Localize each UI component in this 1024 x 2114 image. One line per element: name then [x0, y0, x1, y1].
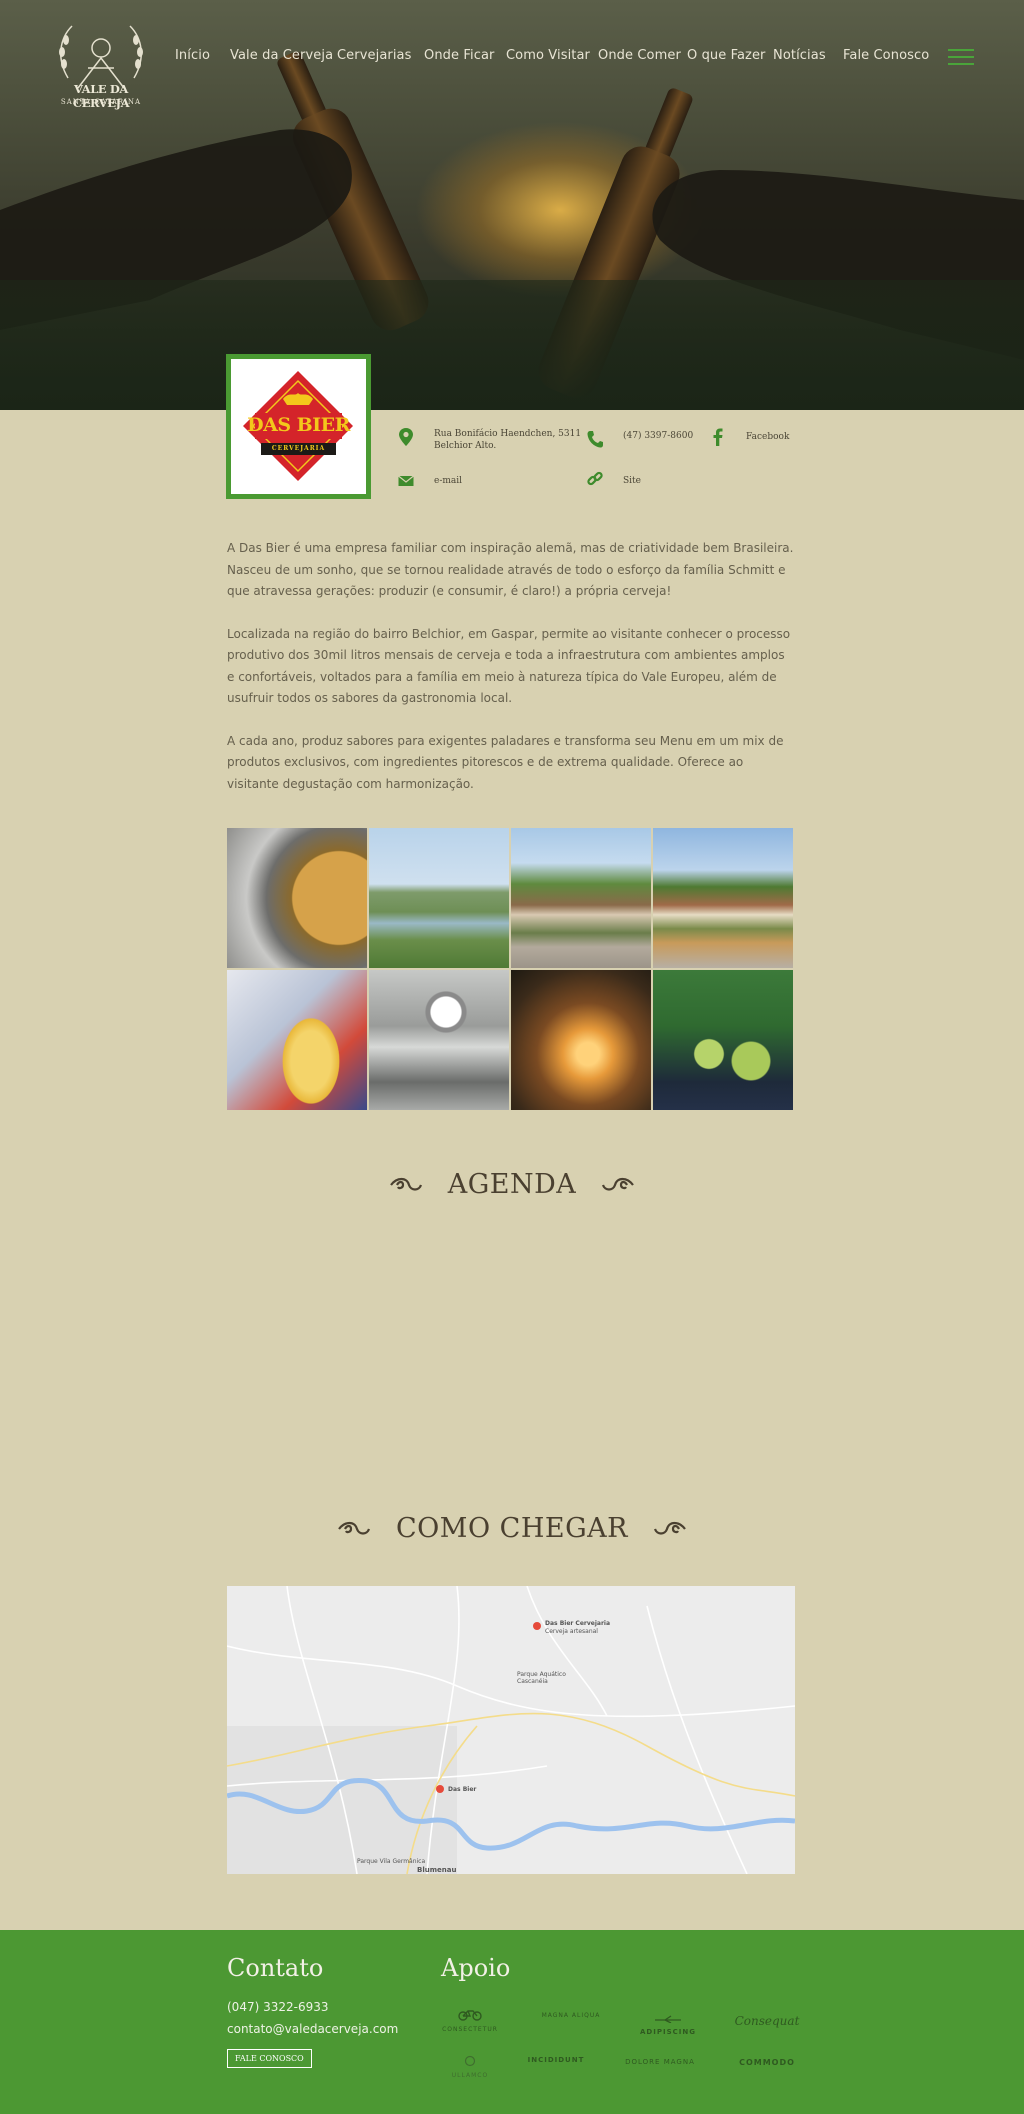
facebook-icon [713, 428, 723, 446]
ornament-left-icon [338, 1521, 370, 1535]
ornament-right-icon [602, 1177, 635, 1191]
description-paragraph-3: A cada ano, produz sabores para exigente… [227, 733, 784, 791]
nav-como-visitar[interactable]: Como Visitar [506, 48, 590, 63]
map-pin-icon [399, 428, 413, 446]
bicycle-icon [458, 2010, 482, 2021]
phone-info: (47) 3397-8600 [587, 430, 693, 448]
address-line2: Belchior Alto. [434, 441, 497, 451]
gallery-photo-hops[interactable] [653, 970, 793, 1110]
plane-icon [655, 2015, 681, 2024]
nav-inicio[interactable]: Início [175, 48, 210, 63]
description-paragraph-2: Localizada na região do bairro Belchior,… [227, 626, 791, 706]
brewery-logo-text: DAS BIER [247, 414, 350, 436]
ornament-left-icon [389, 1177, 422, 1191]
agenda-title: AGENDA [447, 1169, 577, 1200]
logo-subtitle: SANTA CATARINA [60, 98, 142, 106]
gallery-photo-beer-tap[interactable] [227, 970, 367, 1110]
sponsor-adipiscing[interactable]: ADIPISCING [636, 2010, 700, 2036]
ornament-right-icon [654, 1521, 686, 1535]
nav-onde-comer[interactable]: Onde Comer [598, 48, 681, 63]
facebook-label: Facebook [746, 432, 790, 442]
address-line1: Rua Bonifácio Haendchen, 5311 [434, 429, 582, 439]
map-pin-label-1: Das Bier Cervejaria [545, 1620, 611, 1627]
sponsor-consequat[interactable]: Consequat [732, 2014, 802, 2028]
site-footer [0, 1930, 1024, 2114]
agenda-section-title: AGENDA [0, 1168, 1024, 1200]
gallery-photo-lake-landscape[interactable] [369, 828, 509, 968]
support-title: Apoio [441, 1954, 511, 1982]
nav-noticias[interactable]: Notícias [773, 48, 826, 63]
phone-icon [587, 431, 603, 448]
directions-title: COMO CHEGAR [396, 1513, 628, 1544]
directions-section-title: COMO CHEGAR [0, 1512, 1024, 1544]
email-link[interactable]: e-mail [398, 472, 462, 490]
contact-title: Contato [227, 1954, 324, 1982]
nav-vale-da-cerveja[interactable]: Vale da Cerveja [230, 48, 333, 63]
footer-phone[interactable]: (047) 3322-6933 [227, 2000, 329, 2014]
gallery-photo-brewery-building[interactable] [511, 828, 651, 968]
map-pin-label-2: Das Bier [448, 1786, 477, 1793]
nav-onde-ficar[interactable]: Onde Ficar [424, 48, 494, 63]
phone-number[interactable]: (47) 3397-8600 [623, 430, 693, 442]
map-roads [227, 1586, 795, 1874]
sponsor-magna-aliqua[interactable]: MAGNA ALIQUA [534, 2012, 608, 2019]
envelope-icon [398, 475, 414, 486]
description-paragraph-1: A Das Bier é uma empresa familiar com in… [227, 541, 794, 598]
brewery-description: A Das Bier é uma empresa familiar com in… [227, 538, 795, 816]
address-info: Rua Bonifácio Haendchen, 5311 Belchior Al… [398, 428, 581, 452]
brewery-logo: DAS BIER CERVEJARIA [226, 354, 371, 499]
site-logo[interactable]: VALE DA CERVEJA SANTA CATARINA [48, 18, 154, 128]
map-place-1: Parque Aquático Cascanéia [517, 1671, 566, 1685]
contact-button[interactable]: FALE CONOSCO [227, 2049, 312, 2068]
link-icon [587, 471, 603, 486]
nav-cervejarias[interactable]: Cervejarias [337, 48, 412, 63]
photo-gallery [227, 828, 795, 1111]
sponsor-ullamco[interactable]: ULLAMCO [440, 2054, 500, 2079]
site-link[interactable]: Site [587, 470, 641, 488]
nav-o-que-fazer[interactable]: O que Fazer [687, 48, 766, 63]
footer-email[interactable]: contato@valedacerveja.com [227, 2022, 398, 2036]
map-pin-sublabel-1: Cerveja artesanal [545, 1628, 598, 1635]
site-label: Site [623, 476, 641, 486]
map-place-2: Parque Vila Germânica [357, 1858, 426, 1865]
email-label: e-mail [434, 476, 463, 486]
gallery-photo-brewing-kettle[interactable] [227, 828, 367, 968]
map-city-label: Blumenau [417, 1866, 457, 1874]
location-map[interactable]: Das Bier Cervejaria Cerveja artesanal Pa… [227, 1586, 795, 1874]
nav-fale-conosco[interactable]: Fale Conosco [843, 48, 929, 63]
leaf-icon [464, 2055, 476, 2067]
facebook-link[interactable]: Facebook [710, 428, 789, 446]
gallery-photo-brewery-exterior[interactable] [653, 828, 793, 968]
gallery-photo-toast-sunset[interactable] [511, 970, 651, 1110]
main-nav: Início Vale da Cerveja Cervejarias Onde … [0, 48, 1024, 68]
hamburger-icon[interactable] [948, 49, 974, 67]
sponsor-commodo[interactable]: COMMODO [732, 2058, 802, 2067]
sponsor-dolore-magna[interactable]: DOLORE MAGNA [620, 2058, 700, 2066]
brewery-logo-subtext: CERVEJARIA [271, 445, 326, 452]
gallery-photo-fermentation-gauge[interactable] [369, 970, 509, 1110]
sponsor-incididunt[interactable]: INCIDIDUNT [524, 2056, 588, 2064]
sponsor-consectetur[interactable]: CONSECTETUR [440, 2008, 500, 2033]
